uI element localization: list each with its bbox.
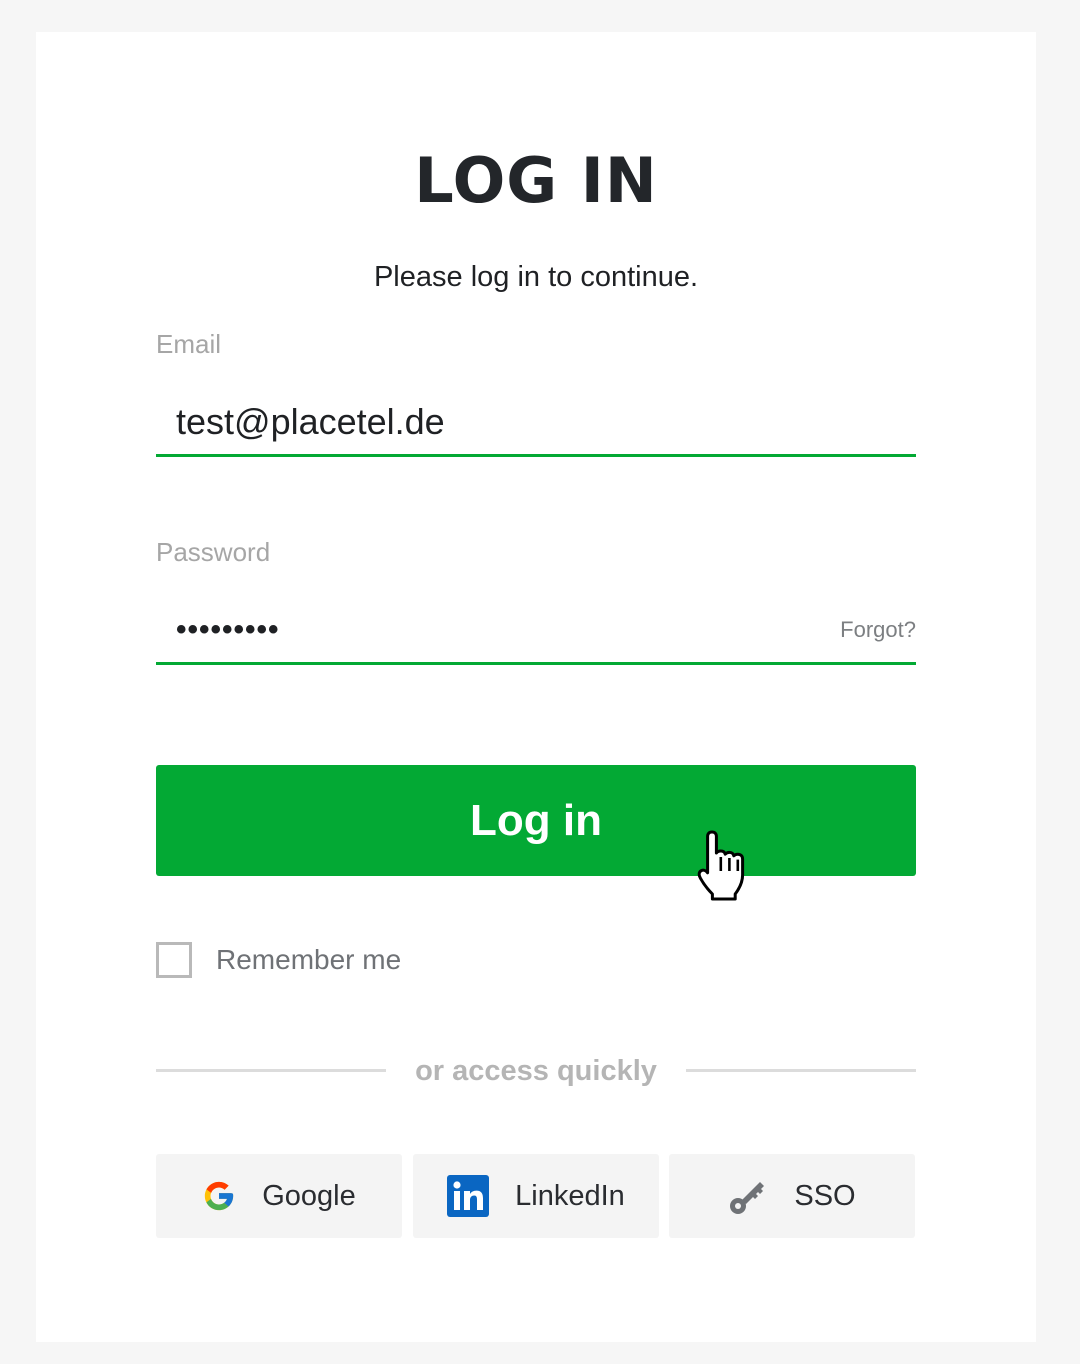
email-field-wrapper [156,390,916,457]
sso-label: SSO [794,1179,856,1212]
remember-me-label: Remember me [216,944,402,975]
linkedin-icon [447,1175,490,1217]
forgot-password-link[interactable]: Forgot? [840,616,916,644]
login-button[interactable]: Log in [156,765,916,876]
hand-cursor-icon [697,830,745,901]
key-icon [728,1176,768,1216]
sso-login-button[interactable]: SSO [669,1154,915,1238]
google-login-button[interactable]: Google [156,1154,402,1238]
page-subtitle: Please log in to continue. [373,261,699,293]
google-icon [202,1179,236,1213]
password-label: Password [156,537,271,567]
divider-line-right [686,1069,916,1072]
page-title: LOG IN [414,144,658,217]
linkedin-label: LinkedIn [515,1179,625,1212]
linkedin-login-button[interactable]: LinkedIn [413,1154,659,1238]
email-field[interactable] [176,390,796,454]
password-field[interactable] [176,598,796,662]
login-button-label: Log in [470,795,602,845]
remember-me-toggle[interactable]: Remember me [156,940,401,980]
google-label: Google [262,1179,356,1212]
email-label: Email [156,329,222,359]
password-field-wrapper: Forgot? [156,598,916,665]
login-card: LOG IN Please log in to continue. Email … [36,32,1036,1342]
remember-me-checkbox[interactable] [156,942,192,978]
